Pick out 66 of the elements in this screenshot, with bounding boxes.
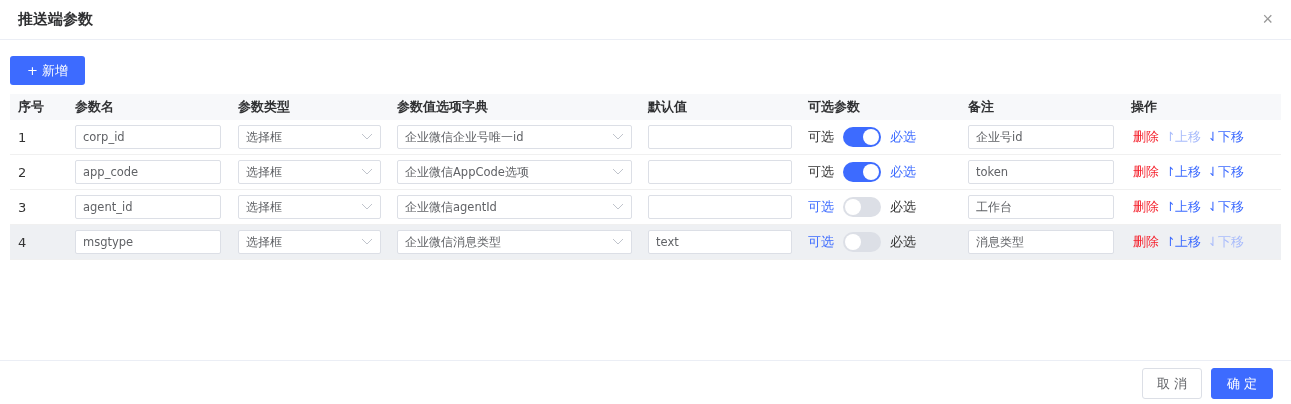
toggle-switch[interactable]: [843, 162, 881, 182]
move-up-link[interactable]: ↾上移: [1165, 233, 1202, 251]
toggle-switch[interactable]: [843, 232, 881, 252]
toggle-switch[interactable]: [843, 127, 881, 147]
default-value-field[interactable]: [648, 125, 792, 149]
default-value-field[interactable]: [648, 195, 792, 219]
column-header: 序号: [18, 98, 44, 116]
name-field[interactable]: corp_id: [75, 125, 221, 149]
remark-field[interactable]: token: [968, 160, 1114, 184]
add-button[interactable]: + 新增: [10, 56, 85, 85]
column-header: 操作: [1131, 98, 1157, 116]
chevron-down-icon: [361, 168, 373, 176]
required-label: 必选: [890, 128, 916, 146]
move-up-link[interactable]: ↾上移: [1165, 198, 1202, 216]
delete-link[interactable]: 删除: [1133, 233, 1159, 251]
chevron-down-icon: [612, 133, 624, 141]
move-down-link[interactable]: ⇃下移: [1207, 198, 1244, 216]
required-label: 必选: [890, 163, 916, 181]
type-select[interactable]: 选择框: [238, 160, 381, 184]
name-field[interactable]: agent_id: [75, 195, 221, 219]
optional-label: 可选: [808, 198, 834, 216]
name-field[interactable]: app_code: [75, 160, 221, 184]
move-up-link[interactable]: ↾上移: [1165, 163, 1202, 181]
chevron-down-icon: [361, 203, 373, 211]
chevron-down-icon: [612, 203, 624, 211]
default-value-field[interactable]: text: [648, 230, 792, 254]
optional-label: 可选: [808, 163, 834, 181]
column-header: 参数值选项字典: [397, 98, 488, 116]
type-select[interactable]: 选择框: [238, 125, 381, 149]
chevron-down-icon: [612, 168, 624, 176]
confirm-button[interactable]: 确 定: [1211, 368, 1273, 399]
column-header: 默认值: [648, 98, 687, 116]
chevron-down-icon: [612, 238, 624, 246]
column-header: 可选参数: [808, 98, 860, 116]
row-number: 1: [18, 129, 27, 145]
required-label: 必选: [890, 198, 916, 216]
delete-link[interactable]: 删除: [1133, 128, 1159, 146]
row-number: 4: [18, 234, 27, 250]
required-label: 必选: [890, 233, 916, 251]
chevron-down-icon: [361, 238, 373, 246]
cancel-button[interactable]: 取 消: [1142, 368, 1202, 399]
remark-field[interactable]: 工作台: [968, 195, 1114, 219]
delete-link[interactable]: 删除: [1133, 163, 1159, 181]
column-header: 参数类型: [238, 98, 290, 116]
type-select[interactable]: 选择框: [238, 195, 381, 219]
toggle-switch[interactable]: [843, 197, 881, 217]
move-down-link[interactable]: ⇃下移: [1207, 163, 1244, 181]
dictionary-select[interactable]: 企业微信企业号唯一id: [397, 125, 632, 149]
dictionary-select[interactable]: 企业微信AppCode选项: [397, 160, 632, 184]
type-select[interactable]: 选择框: [238, 230, 381, 254]
dialog-title: 推送端参数: [18, 10, 93, 29]
optional-label: 可选: [808, 128, 834, 146]
name-field[interactable]: msgtype: [75, 230, 221, 254]
column-header: 参数名: [75, 98, 114, 116]
move-down-link[interactable]: ⇃下移: [1207, 128, 1244, 146]
default-value-field[interactable]: [648, 160, 792, 184]
remark-field[interactable]: 企业号id: [968, 125, 1114, 149]
row-number: 2: [18, 164, 27, 180]
column-header: 备注: [968, 98, 994, 116]
row-number: 3: [18, 199, 27, 215]
remark-field[interactable]: 消息类型: [968, 230, 1114, 254]
optional-label: 可选: [808, 233, 834, 251]
delete-link[interactable]: 删除: [1133, 198, 1159, 216]
dictionary-select[interactable]: 企业微信消息类型: [397, 230, 632, 254]
chevron-down-icon: [361, 133, 373, 141]
dictionary-select[interactable]: 企业微信agentId: [397, 195, 632, 219]
